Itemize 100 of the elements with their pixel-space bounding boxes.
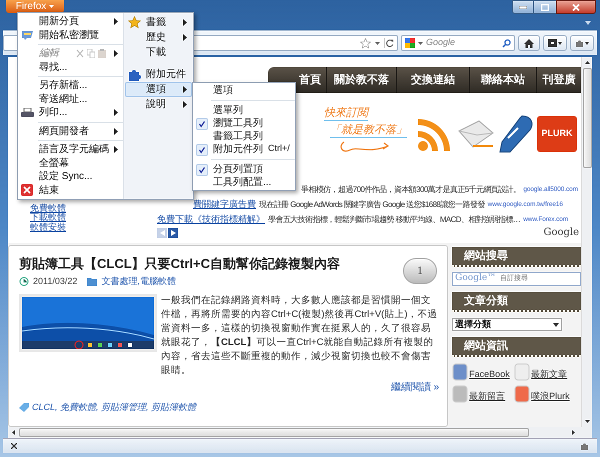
menu-item[interactable]: 尋找...	[18, 60, 123, 74]
close-button[interactable]	[556, 0, 596, 14]
menu-item[interactable]: 語言及字元編碼	[18, 143, 123, 156]
menu-item[interactable]: 選項	[193, 84, 295, 97]
horizontal-scrollbar[interactable]	[8, 427, 592, 438]
menu-item[interactable]: 附加元件列 Ctrl+/	[193, 143, 295, 156]
nav-link[interactable]: 交換連結	[397, 67, 470, 93]
menu-item[interactable]: 全螢幕	[18, 156, 123, 170]
logo-badge: PLURK	[537, 116, 577, 152]
copy-icon	[87, 49, 95, 58]
right-arrow-icon	[572, 430, 575, 435]
search-input[interactable]: Google	[426, 36, 499, 50]
shortcut-label: Ctrl+/	[268, 142, 290, 155]
scissors-icon	[76, 49, 84, 58]
submenu-arrow-icon	[183, 19, 187, 26]
clock-icon	[19, 276, 29, 286]
sidebar-heading: 網站搜尋	[452, 247, 581, 267]
menu-item[interactable]: 書籤	[125, 15, 192, 30]
menu-item[interactable]: 下載	[125, 45, 192, 60]
menu-item[interactable]: 工具列配置...	[193, 176, 295, 189]
ad-text: 現在註冊 Google AdWords 關鍵字廣告 Google 送您$1688讓您一路發發	[259, 199, 485, 211]
menu-item[interactable]: 結束	[18, 184, 123, 197]
menu-label: 選項	[213, 84, 233, 98]
close-icon	[21, 184, 33, 196]
text-link[interactable]: 免費軟體	[30, 204, 66, 213]
dropdown-arrow-icon[interactable]	[375, 42, 380, 44]
menu-item[interactable]: 書籤工具列	[193, 130, 295, 143]
menu-item[interactable]: 設定 Sync...	[18, 170, 123, 184]
sidebar-link[interactable]: 最新文章	[531, 368, 568, 381]
search-field[interactable]: Google	[401, 35, 515, 51]
menu-item[interactable]: 另存新檔...	[18, 79, 123, 92]
vertical-scrollbar[interactable]	[581, 57, 592, 427]
social-icon	[452, 363, 468, 381]
caret-icon	[49, 5, 54, 8]
dropdown-arrow-icon	[418, 42, 423, 44]
text-link[interactable]: 軟體安裝	[30, 222, 66, 232]
menu-item[interactable]: 選單列	[193, 104, 295, 117]
menu-item[interactable]: 開始私密瀏覽	[18, 28, 123, 42]
ad-title-link[interactable]: 費關鍵字廣告費	[193, 197, 256, 212]
left-arrow-icon	[160, 230, 164, 236]
menu-item[interactable]: 選項	[125, 82, 192, 97]
ad-title-link[interactable]: 免費下載《技術指標精解》	[157, 212, 265, 227]
star-icon	[128, 16, 141, 29]
submenu-arrow-icon	[114, 128, 118, 135]
menu-item[interactable]: 開新分頁	[18, 15, 123, 28]
handwritten-text: 快來訂閱	[324, 106, 368, 121]
menu-label: 工具列配置...	[213, 176, 272, 190]
clipboard-icon	[98, 49, 106, 58]
ad-text: 爭相模仿，超過700件作品，資本額300萬才是真正5千元網頁設計。	[301, 184, 520, 196]
post-tags: CLCL, 免費軟體, 剪貼簿管理, 剪貼簿軟體	[32, 401, 196, 414]
category-link[interactable]: 文書處理,電腦軟體	[101, 274, 176, 288]
read-more-link[interactable]: 繼續閱讀 »	[390, 380, 440, 395]
reload-icon[interactable]	[384, 38, 394, 48]
scrollbar-thumb[interactable]	[582, 68, 592, 168]
scrollbar-thumb[interactable]	[19, 428, 529, 437]
submenu-arrow-icon	[183, 86, 187, 93]
ads-provider-label: Google	[543, 227, 579, 239]
menu-item[interactable]: 列印...	[18, 106, 123, 120]
sidebar-link[interactable]: 噗浪Plurk	[531, 390, 570, 403]
nav-link[interactable]: 聯絡本站	[470, 67, 537, 93]
menu-label: 瀏覽工具列	[213, 116, 263, 130]
handwritten-text: 「就是教不落」	[330, 123, 407, 138]
category-select[interactable]: 選擇分類	[452, 318, 562, 331]
envelope-icon	[457, 119, 495, 149]
menu-item[interactable]: 寄送網址...	[18, 92, 123, 106]
comment-bubble[interactable]: 1	[403, 258, 438, 284]
tab-list-icon[interactable]	[585, 21, 591, 25]
text-link[interactable]: 下載軟體	[30, 213, 66, 222]
sidebar-link[interactable]: FaceBook	[469, 368, 510, 381]
next-ad-button[interactable]	[168, 228, 178, 238]
minimize-button[interactable]	[512, 0, 534, 14]
menu-item[interactable]: 分頁列置頂	[193, 163, 295, 176]
left-arrow-icon	[12, 430, 15, 435]
maximize-button[interactable]	[534, 0, 556, 14]
menu-item[interactable]: 說明	[125, 97, 192, 112]
tag-icon	[19, 403, 29, 412]
printer-icon	[21, 108, 34, 118]
pen-icon	[498, 114, 534, 154]
search-engine-icon	[405, 38, 415, 48]
home-button[interactable]	[518, 35, 540, 51]
menu-label: 選單列	[213, 104, 243, 118]
dropdown-arrow-icon	[585, 42, 589, 44]
submenu-arrow-icon	[114, 109, 118, 116]
right-arrow-icon	[170, 230, 176, 236]
close-icon[interactable]	[11, 443, 17, 449]
close-icon	[572, 4, 580, 10]
nav-link[interactable]: 刊登廣	[537, 67, 581, 93]
sidebar-heading: 文章分類	[452, 292, 581, 312]
menu-item[interactable]: 歷史	[125, 30, 192, 45]
dropdown-arrow-icon	[553, 322, 560, 326]
menu-item[interactable]: 網頁開發者	[18, 124, 123, 138]
sidebar-link[interactable]: 最新留言	[469, 390, 506, 403]
menu-item[interactable]: 附加元件	[125, 67, 192, 82]
nav-link[interactable]: 關於教不落	[327, 67, 397, 93]
submenu-arrow-icon	[114, 18, 118, 26]
toolbar-button[interactable]	[543, 35, 567, 51]
sidebar-heading: 網站資訊	[452, 337, 581, 357]
submenu-arrow-icon	[114, 50, 118, 58]
menu-item[interactable]: 瀏覽工具列	[193, 117, 295, 130]
star-icon[interactable]	[360, 38, 371, 48]
